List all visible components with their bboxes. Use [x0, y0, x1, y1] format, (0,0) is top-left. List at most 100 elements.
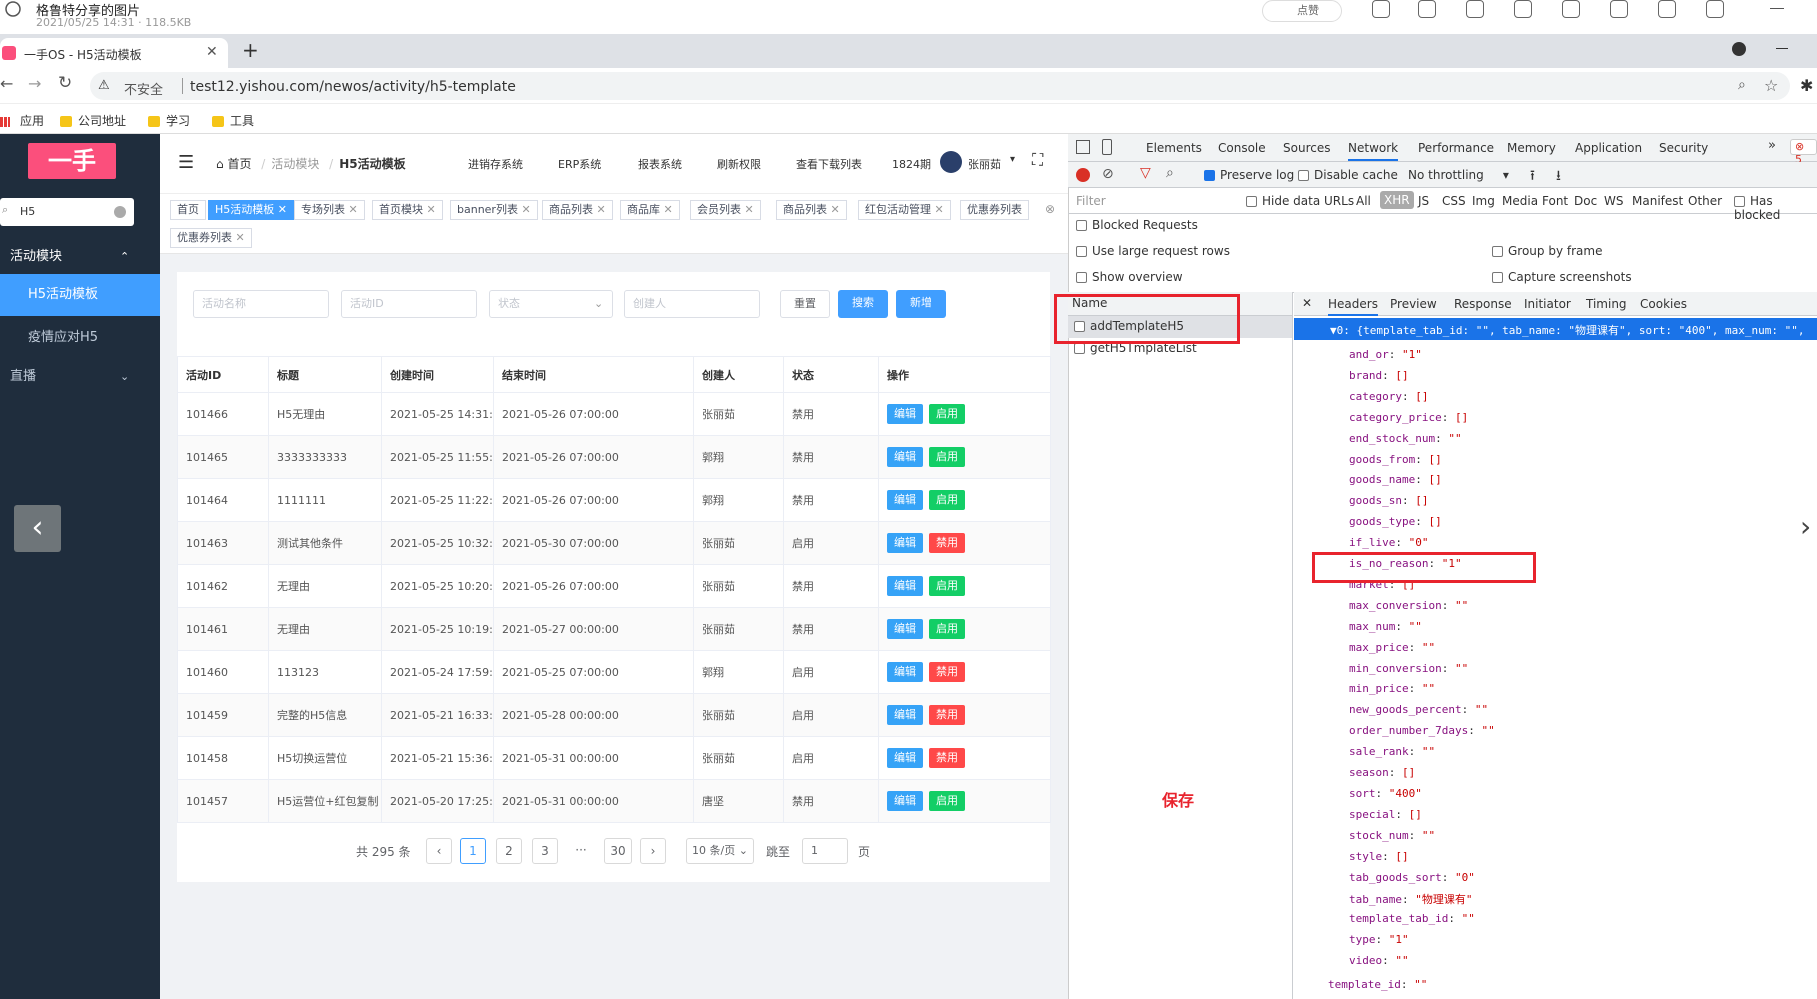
tab-elements[interactable]: Elements [1146, 141, 1202, 155]
edit-button[interactable]: 编辑 [887, 533, 923, 553]
type-media[interactable]: Media [1502, 194, 1538, 208]
next-image-button[interactable]: › [1800, 510, 1811, 543]
tag-goods-list[interactable]: 商品列表 ✕ [542, 200, 613, 220]
close-icon[interactable]: ✕ [831, 203, 840, 216]
copy-icon[interactable] [1610, 0, 1628, 18]
tab-headers[interactable]: Headers [1328, 297, 1378, 316]
edit-button[interactable]: 编辑 [887, 662, 923, 682]
search-icon[interactable]: ⌕ [1166, 165, 1174, 181]
hide-data-urls-checkbox[interactable]: Hide data URLs [1246, 194, 1354, 208]
tag-goods-lib[interactable]: 商品库 ✕ [620, 200, 680, 220]
toggle-status-button[interactable]: 启用 [929, 791, 965, 811]
reset-button[interactable]: 重置 [780, 290, 830, 318]
status-select[interactable]: 状态 ⌄ [489, 290, 613, 318]
tab-search-icon[interactable] [1732, 42, 1746, 56]
new-tab-button[interactable]: + [242, 38, 259, 62]
type-manifest[interactable]: Manifest [1632, 194, 1683, 208]
has-blocked-checkbox[interactable]: Has blocked [1734, 194, 1817, 222]
page-2[interactable]: 2 [496, 838, 522, 864]
tag-banner[interactable]: banner列表 ✕ [450, 200, 538, 220]
tag-members[interactable]: 会员列表 ✕ [690, 200, 761, 220]
toggle-status-button[interactable]: 禁用 [929, 533, 965, 553]
minimize-icon[interactable] [1770, 8, 1784, 9]
close-all-icon[interactable]: ⊗ [1045, 202, 1055, 216]
json-selected-row[interactable]: ▼0: {template_tab_id: "", tab_name: "物理课… [1294, 318, 1817, 340]
forward-icon[interactable]: → [28, 74, 41, 93]
export-har-icon[interactable]: ⭳ [1556, 165, 1561, 189]
creator-input[interactable]: 创建人 [624, 290, 760, 318]
type-other[interactable]: Other [1688, 194, 1722, 208]
original-size-icon[interactable] [1418, 0, 1436, 18]
inspect-icon[interactable] [1076, 140, 1090, 154]
like-button[interactable]: 点赞 [1262, 0, 1342, 22]
error-badge[interactable]: ⊗ 5 [1790, 139, 1817, 166]
filter-input[interactable]: Filter [1076, 194, 1106, 208]
bookmark-apps[interactable]: 应用 [0, 112, 44, 129]
zoom-out-icon[interactable] [1466, 0, 1484, 18]
tab-application[interactable]: Application [1575, 141, 1642, 155]
close-icon[interactable]: ✕ [349, 203, 358, 216]
show-overview-checkbox[interactable]: Show overview [1076, 270, 1183, 284]
browser-tab[interactable]: 一手OS - H5活动模板 ✕ [0, 38, 228, 68]
bookmark-tools[interactable]: 工具 [212, 112, 254, 129]
close-icon[interactable]: ✕ [664, 203, 673, 216]
tab-security[interactable]: Security [1659, 141, 1708, 155]
edit-button[interactable]: 编辑 [887, 447, 923, 467]
blocked-requests-checkbox[interactable]: Blocked Requests [1076, 218, 1198, 232]
more-tabs-icon[interactable]: » [1768, 138, 1776, 153]
preserve-log-checkbox[interactable]: Preserve log [1204, 168, 1294, 182]
edit-button[interactable]: 编辑 [887, 404, 923, 424]
toggle-status-button[interactable]: 禁用 [929, 705, 965, 725]
next-page-button[interactable]: › [640, 838, 666, 864]
filter-icon[interactable]: ▽ [1140, 165, 1151, 181]
page-3[interactable]: 3 [532, 838, 558, 864]
close-icon[interactable]: ✕ [597, 203, 606, 216]
tab-timing[interactable]: Timing [1586, 297, 1627, 311]
nav-downloads[interactable]: 查看下载列表 [796, 156, 862, 172]
prev-image-button[interactable]: ‹ [14, 505, 61, 552]
close-icon[interactable]: ✕ [745, 203, 754, 216]
edit-button[interactable]: 编辑 [887, 490, 923, 510]
download-icon[interactable] [1706, 0, 1724, 18]
close-icon[interactable]: ✕ [935, 203, 944, 216]
page-size-select[interactable]: 10 条/页 ⌄ [686, 838, 754, 864]
type-img[interactable]: Img [1472, 194, 1495, 208]
tag-h5-template[interactable]: H5活动模板 ✕ [208, 200, 294, 220]
toggle-status-button[interactable]: 禁用 [929, 662, 965, 682]
edit-button[interactable]: 编辑 [887, 576, 923, 596]
page-30[interactable]: 30 [604, 838, 632, 864]
close-detail-icon[interactable]: ✕ [1302, 296, 1312, 310]
large-rows-checkbox[interactable]: Use large request rows [1076, 244, 1230, 258]
edit-button[interactable]: 编辑 [887, 748, 923, 768]
user-name[interactable]: 张丽茹 [968, 156, 1001, 172]
close-icon[interactable]: ✕ [278, 203, 287, 216]
import-har-icon[interactable]: ⭱ [1530, 165, 1535, 189]
activity-id-input[interactable]: 活动ID [341, 290, 477, 318]
zoom-in-icon[interactable] [1372, 0, 1390, 18]
menu-group-activity[interactable]: 活动模块 ⌃ [0, 240, 160, 274]
url-field[interactable]: ⚠ 不安全 test12.yishou.com/newos/activity/h… [90, 72, 1790, 100]
nav-erp[interactable]: ERP系统 [558, 156, 601, 172]
page-ellipsis[interactable]: ··· [568, 838, 594, 864]
add-button[interactable]: 新增 [896, 290, 946, 318]
nav-inventory[interactable]: 进销存系统 [468, 156, 523, 172]
menu-group-live[interactable]: 直播 ⌄ [0, 362, 160, 392]
share-icon[interactable] [1658, 0, 1676, 18]
type-font[interactable]: Font [1542, 194, 1568, 208]
tag-home-module[interactable]: 首页模块 ✕ [372, 200, 443, 220]
tag-coupon-2[interactable]: 优惠券列表 ✕ [170, 228, 252, 248]
nav-refresh-permission[interactable]: 刷新权限 [717, 156, 761, 172]
prev-page-button[interactable]: ‹ [426, 838, 452, 864]
edit-button[interactable]: 编辑 [887, 619, 923, 639]
bookmark-study[interactable]: 学习 [148, 112, 190, 129]
tab-cookies[interactable]: Cookies [1640, 297, 1687, 311]
clear-log-icon[interactable]: ⊘ [1102, 166, 1114, 182]
edit-button[interactable]: 编辑 [887, 791, 923, 811]
menu-search-input[interactable]: ⌕ H5 [0, 198, 134, 226]
window-minimize-icon[interactable] [1776, 48, 1788, 49]
search-button[interactable]: 搜索 [838, 290, 888, 318]
device-toolbar-icon[interactable] [1102, 139, 1112, 155]
tab-network[interactable]: Network [1348, 141, 1399, 161]
tab-memory[interactable]: Memory [1507, 141, 1556, 155]
fullscreen-icon[interactable]: ⛶ [1032, 150, 1043, 170]
